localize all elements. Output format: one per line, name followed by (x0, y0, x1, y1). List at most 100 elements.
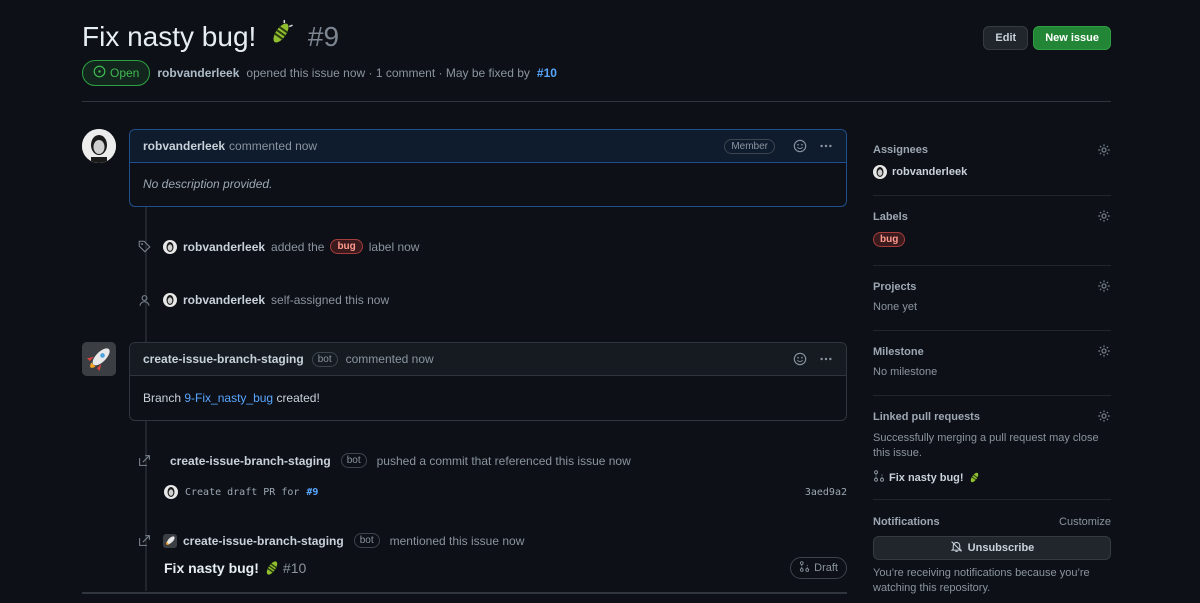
pr-title-link[interactable]: Fix nasty bug! (164, 560, 259, 576)
person-icon (137, 293, 151, 307)
tag-icon (137, 240, 151, 254)
avatar[interactable] (82, 342, 116, 376)
cross-reference-icon (137, 534, 151, 548)
bug-label[interactable]: bug (873, 232, 906, 247)
sidebar-notifications: Notifications Customize Unsubscribe You’… (873, 500, 1111, 596)
timeline-line (145, 421, 147, 591)
sidebar-title[interactable]: Labels (873, 211, 1111, 223)
kebab-icon[interactable] (819, 139, 833, 153)
branch-link[interactable]: 9-Fix_nasty_bug (184, 391, 273, 405)
bell-slash-icon (950, 540, 963, 556)
sidebar-milestone: Milestone No milestone (873, 331, 1111, 396)
state-label: Open (110, 66, 140, 80)
smiley-icon[interactable] (793, 139, 807, 153)
bug-label[interactable]: bug (330, 239, 363, 254)
member-badge: Member (724, 138, 775, 154)
sidebar-assignees: Assignees robvanderleek (873, 130, 1111, 196)
event-author-link[interactable]: robvanderleek (183, 240, 265, 254)
milestone-value: No milestone (873, 366, 938, 378)
issue-author-link[interactable]: robvanderleek (157, 66, 239, 80)
timeline-event-labeled: robvanderleek added the bug label now (137, 239, 419, 254)
comment-time: commented now (345, 352, 434, 366)
avatar[interactable] (82, 129, 116, 163)
bot-badge: bot (311, 351, 338, 367)
gear-icon[interactable] (1097, 279, 1111, 296)
mentioned-pr: Fix nasty bug! #10 Draft (164, 557, 847, 579)
comment-body-text: Branch (143, 391, 182, 405)
event-text: pushed a commit that referenced this iss… (376, 453, 631, 468)
linked-desc: Successfully merging a pull request may … (873, 432, 1099, 459)
event-author-link[interactable]: robvanderleek (183, 293, 265, 307)
unsubscribe-button[interactable]: Unsubscribe (873, 536, 1111, 560)
kebab-icon[interactable] (819, 352, 833, 366)
edit-button[interactable]: Edit (983, 26, 1029, 50)
avatar[interactable] (873, 165, 887, 179)
divider (82, 592, 847, 594)
bot-badge: bot (340, 453, 367, 468)
issue-number: #9 (307, 21, 340, 52)
comment-author-link[interactable]: create-issue-branch-staging (143, 352, 304, 366)
avatar[interactable] (163, 239, 177, 254)
issue-header: Fix nasty bug! #9 Edit New issue Open ro… (82, 18, 1111, 102)
avatar[interactable] (164, 485, 178, 499)
rocket-icon[interactable] (163, 533, 177, 548)
event-author-link[interactable]: create-issue-branch-staging (183, 534, 344, 548)
timeline-event-assigned: robvanderleek self-assigned this now (137, 293, 389, 307)
notifications-desc: You’re receiving notifications because y… (873, 567, 1090, 594)
assignee-name[interactable]: robvanderleek (892, 166, 967, 178)
sidebar-title[interactable]: Linked pull requests (873, 411, 1111, 423)
unsubscribe-label: Unsubscribe (967, 542, 1035, 554)
smiley-icon[interactable] (793, 352, 807, 366)
timeline-line (145, 207, 147, 342)
commit-issue-ref[interactable]: #9 (306, 487, 318, 498)
avatar[interactable] (163, 293, 177, 307)
commit-sha[interactable]: 3aed9a2 (805, 487, 847, 498)
draft-label: Draft (814, 562, 838, 574)
issue-opened-text: opened this issue now · 1 comment · May … (246, 66, 530, 80)
sidebar-linked-prs: Linked pull requests Successfully mergin… (873, 396, 1111, 500)
gear-icon[interactable] (1097, 344, 1111, 361)
comment-author-link[interactable]: robvanderleek (143, 139, 225, 153)
state-badge: Open (82, 60, 151, 86)
issue-comment: robvanderleek commented now Member No de… (129, 129, 847, 207)
linked-pr-title[interactable]: Fix nasty bug! (889, 472, 964, 484)
sidebar-title[interactable]: Assignees (873, 144, 1111, 156)
sidebar-title[interactable]: Milestone (873, 346, 1111, 358)
gear-icon[interactable] (1097, 409, 1111, 426)
gear-icon[interactable] (1097, 143, 1111, 160)
event-text: added the (271, 239, 325, 254)
timeline-event-mentioned: create-issue-branch-staging bot mentione… (137, 533, 524, 548)
pr-number: #10 (282, 560, 307, 576)
linked-pr[interactable]: Fix nasty bug! (873, 470, 1111, 485)
comment-body: No description provided. (143, 177, 273, 191)
event-text: self-assigned this now (271, 293, 390, 307)
issue-meta: Open robvanderleek opened this issue now… (82, 60, 557, 86)
bot-comment: create-issue-branch-staging bot commente… (129, 342, 847, 421)
assignee[interactable]: robvanderleek (873, 165, 1111, 179)
git-pull-request-icon (873, 470, 885, 485)
issue-title: Fix nasty bug! #9 (82, 18, 339, 56)
event-author-link[interactable]: create-issue-branch-staging (170, 454, 331, 468)
event-text: label now (368, 239, 420, 254)
issue-opened-icon (93, 65, 106, 81)
new-issue-button[interactable]: New issue (1033, 26, 1111, 50)
sidebar-labels: Labels bug (873, 196, 1111, 266)
git-pull-request-icon (799, 561, 810, 575)
projects-value: None yet (873, 301, 918, 313)
customize-link[interactable]: Customize (1059, 516, 1111, 528)
commit-message[interactable]: Create draft PR for (185, 487, 299, 498)
bug-emoji-icon (263, 559, 281, 577)
bug-emoji-icon (968, 471, 981, 484)
event-text: mentioned this issue now (389, 533, 525, 548)
draft-badge: Draft (790, 557, 847, 579)
gear-icon[interactable] (1097, 209, 1111, 226)
sidebar-projects: Projects None yet (873, 266, 1111, 331)
commit-row: Create draft PR for #9 3aed9a2 (164, 485, 847, 499)
comment-time: commented now (229, 139, 318, 153)
fixed-by-link[interactable]: #10 (537, 66, 557, 80)
cross-reference-icon (137, 454, 151, 468)
sidebar-title[interactable]: Projects (873, 281, 1111, 293)
comment-header: robvanderleek commented now Member (130, 130, 846, 163)
bug-emoji-icon (268, 18, 294, 56)
bot-badge: bot (353, 533, 380, 548)
